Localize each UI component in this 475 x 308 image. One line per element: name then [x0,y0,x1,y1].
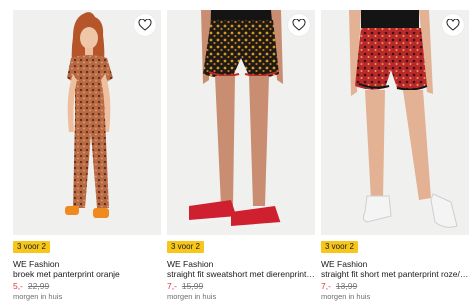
product-image[interactable] [167,10,315,235]
delivery-info: morgen in huis [13,292,63,301]
price-row: 5,- 22,99 [13,281,161,292]
product-grid: 3 voor 2 WE Fashion broek met panterprin… [0,0,475,308]
delivery-info: morgen in huis [167,292,217,301]
product-title[interactable]: broek met panterprint oranje [13,269,161,280]
heart-icon [138,19,152,31]
product-photo-black-shorts [189,10,283,230]
favorite-button[interactable] [288,14,310,36]
heart-icon [292,19,306,31]
original-price: 13,99 [335,281,358,291]
promo-badge: 3 voor 2 [13,241,50,253]
promo-badge: 3 voor 2 [321,241,358,253]
product-card[interactable]: 3 voor 2 WE Fashion broek met panterprin… [13,10,161,302]
heart-icon [446,19,460,31]
favorite-button[interactable] [134,14,156,36]
delivery-info: morgen in huis [321,292,371,301]
product-image[interactable] [13,10,161,235]
product-photo-girl-trousers [65,12,113,218]
product-photo-red-shorts [349,10,458,228]
price-row: 7,- 15,99 [167,281,315,292]
product-title[interactable]: straight fit sweatshort met dierenprint … [167,269,315,280]
product-title[interactable]: straight fit short met panterprint roze/… [321,269,469,280]
product-image[interactable] [321,10,469,235]
sale-price: 5,- [13,281,23,291]
promo-badge: 3 voor 2 [167,241,204,253]
product-brand: WE Fashion [321,259,368,269]
product-brand: WE Fashion [13,259,60,269]
favorite-button[interactable] [442,14,464,36]
original-price: 15,99 [181,281,204,291]
product-card[interactable]: 3 voor 2 WE Fashion straight fit short m… [321,10,469,302]
price-row: 7,- 13,99 [321,281,469,292]
product-card[interactable]: 3 voor 2 WE Fashion straight fit sweatsh… [167,10,315,302]
original-price: 22,99 [27,281,50,291]
sale-price: 7,- [167,281,177,291]
sale-price: 7,- [321,281,331,291]
product-brand: WE Fashion [167,259,214,269]
